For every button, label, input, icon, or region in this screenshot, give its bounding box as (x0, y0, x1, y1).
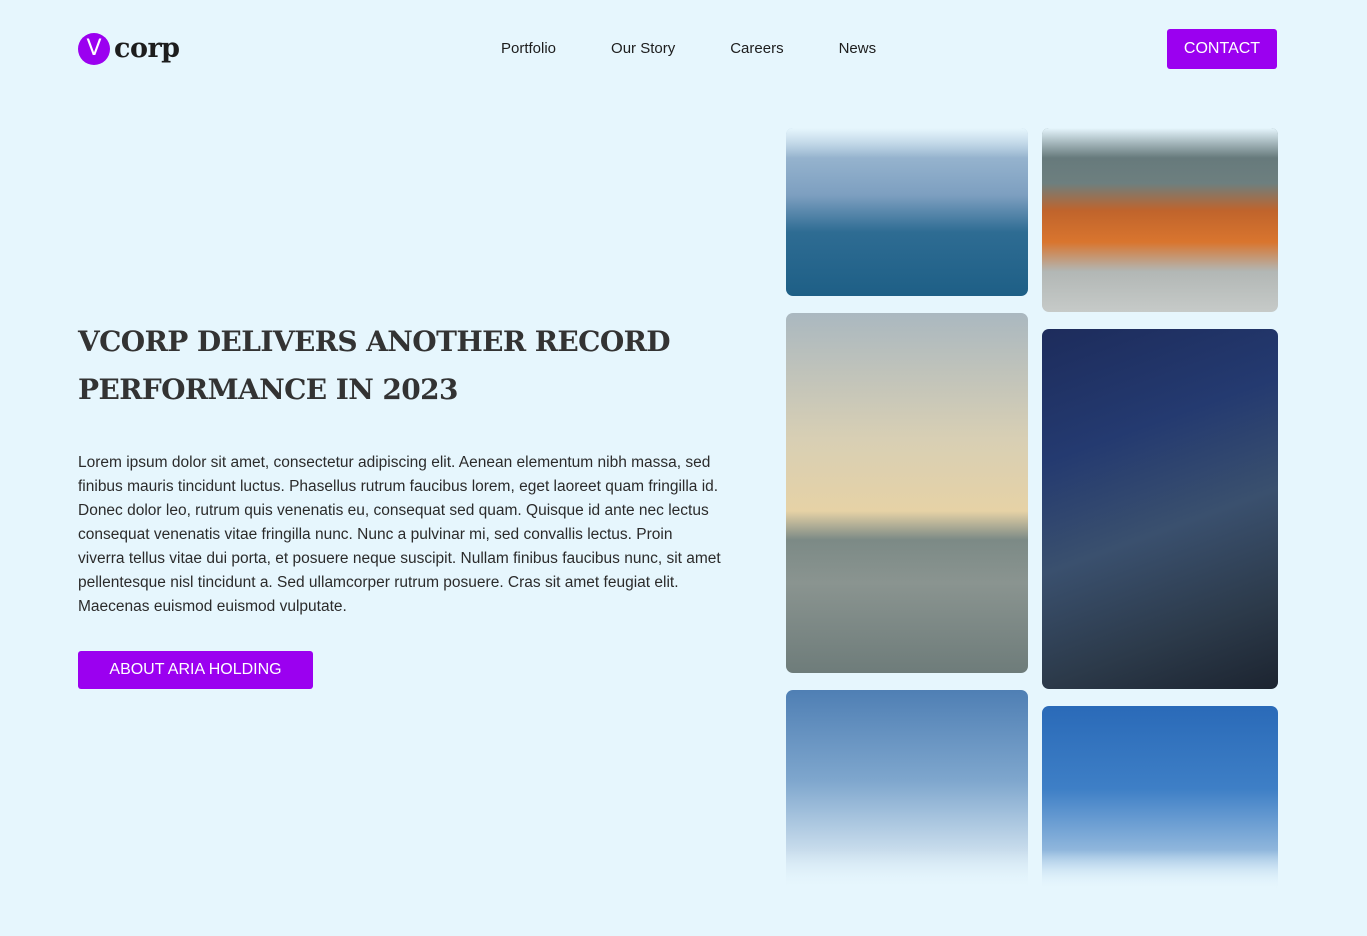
gallery-image-towers-sky (786, 690, 1028, 890)
nav-item-our-story[interactable]: Our Story (611, 38, 675, 60)
fade-overlay (786, 128, 1028, 158)
fade-overlay (786, 850, 1028, 890)
fade-overlay (1042, 128, 1278, 158)
about-button[interactable]: ABOUT ARIA HOLDING (78, 651, 313, 689)
gallery-image-city-skyline (786, 313, 1028, 673)
logo[interactable]: V corp (78, 32, 180, 65)
nav-item-news[interactable]: News (839, 38, 877, 60)
main-nav: Portfolio Our Story Careers News (501, 38, 876, 60)
hero-headline: VCORP DELIVERS ANOTHER RECORD PERFORMANC… (78, 325, 671, 406)
logo-mark-icon: V (78, 32, 110, 65)
nav-item-portfolio[interactable]: Portfolio (501, 38, 556, 60)
gallery-image-tower-waterfront (786, 128, 1028, 296)
nav-item-careers[interactable]: Careers (730, 38, 783, 60)
gallery-image-blue-sky (1042, 706, 1278, 890)
gallery-image-computer-workstation (1042, 329, 1278, 689)
logo-text: corp (114, 33, 180, 64)
hero-body-text: Lorem ipsum dolor sit amet, consectetur … (78, 454, 721, 615)
page: V corp Portfolio Our Story Careers News … (0, 0, 1367, 936)
gallery-image-meeting-room (1042, 128, 1278, 312)
contact-button[interactable]: CONTACT (1167, 29, 1277, 69)
fade-overlay (1042, 850, 1278, 890)
